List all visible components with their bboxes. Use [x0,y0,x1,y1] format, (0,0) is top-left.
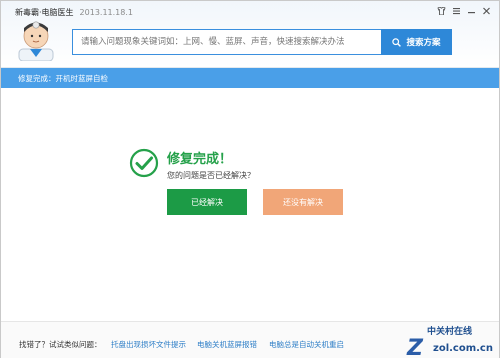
unsolved-button-label: 还没有解决 [283,197,323,207]
svg-text:中关村在线: 中关村在线 [427,325,472,337]
unsolved-button[interactable]: 还没有解决 [263,189,343,215]
footer-label: 找错了？试试类似问题： [19,340,102,349]
search-icon [392,37,402,47]
footer-link-auto-restart[interactable]: 电脑总是自动关机重启 [269,339,344,350]
shirt-skin-icon[interactable] [434,4,448,17]
search-box [72,29,382,55]
window-title: 新毒霸·电脑医生 2013.11.18.1 [15,7,133,18]
breadcrumb: 修复完成：开机时蓝屏自检 [1,68,499,88]
search-button-label: 搜索方案 [406,38,441,48]
search-input[interactable] [73,30,382,54]
breadcrumb-text: 修复完成：开机时蓝屏自检 [18,74,108,83]
zol-watermark-logo: 中关村在线 Z zol.com.cn [406,325,493,358]
close-icon[interactable] [479,4,493,17]
app-window: 新毒霸·电脑医生 2013.11.18.1 请输入问题现象关键词如：上网、慢、蓝… [0,0,500,358]
app-title: 新毒霸·电脑医生 [15,8,74,17]
solved-button[interactable]: 已经解决 [167,189,247,215]
search-button[interactable]: 搜索方案 [381,29,452,55]
svg-text:Z: Z [406,336,424,358]
result-question: 您的问题是否已经解决？ [167,171,255,180]
window-controls [434,4,493,17]
svg-text:zol.com.cn: zol.com.cn [433,343,493,354]
result-title: 修复完成！ [167,152,233,167]
app-version: 2013.11.18.1 [79,8,133,17]
minimize-icon[interactable] [464,4,478,17]
solved-button-label: 已经解决 [191,197,223,207]
menu-icon[interactable] [449,4,463,17]
check-circle-icon [129,148,159,178]
header: 新毒霸·电脑医生 2013.11.18.1 请输入问题现象关键词如：上网、慢、蓝… [1,1,499,68]
doctor-avatar-icon [17,19,55,62]
footer-link-shutdown-bluescreen[interactable]: 电脑关机蓝屏报错 [197,339,257,350]
footer-link-tray-file[interactable]: 托盘出现损坏文件提示 [111,339,186,350]
